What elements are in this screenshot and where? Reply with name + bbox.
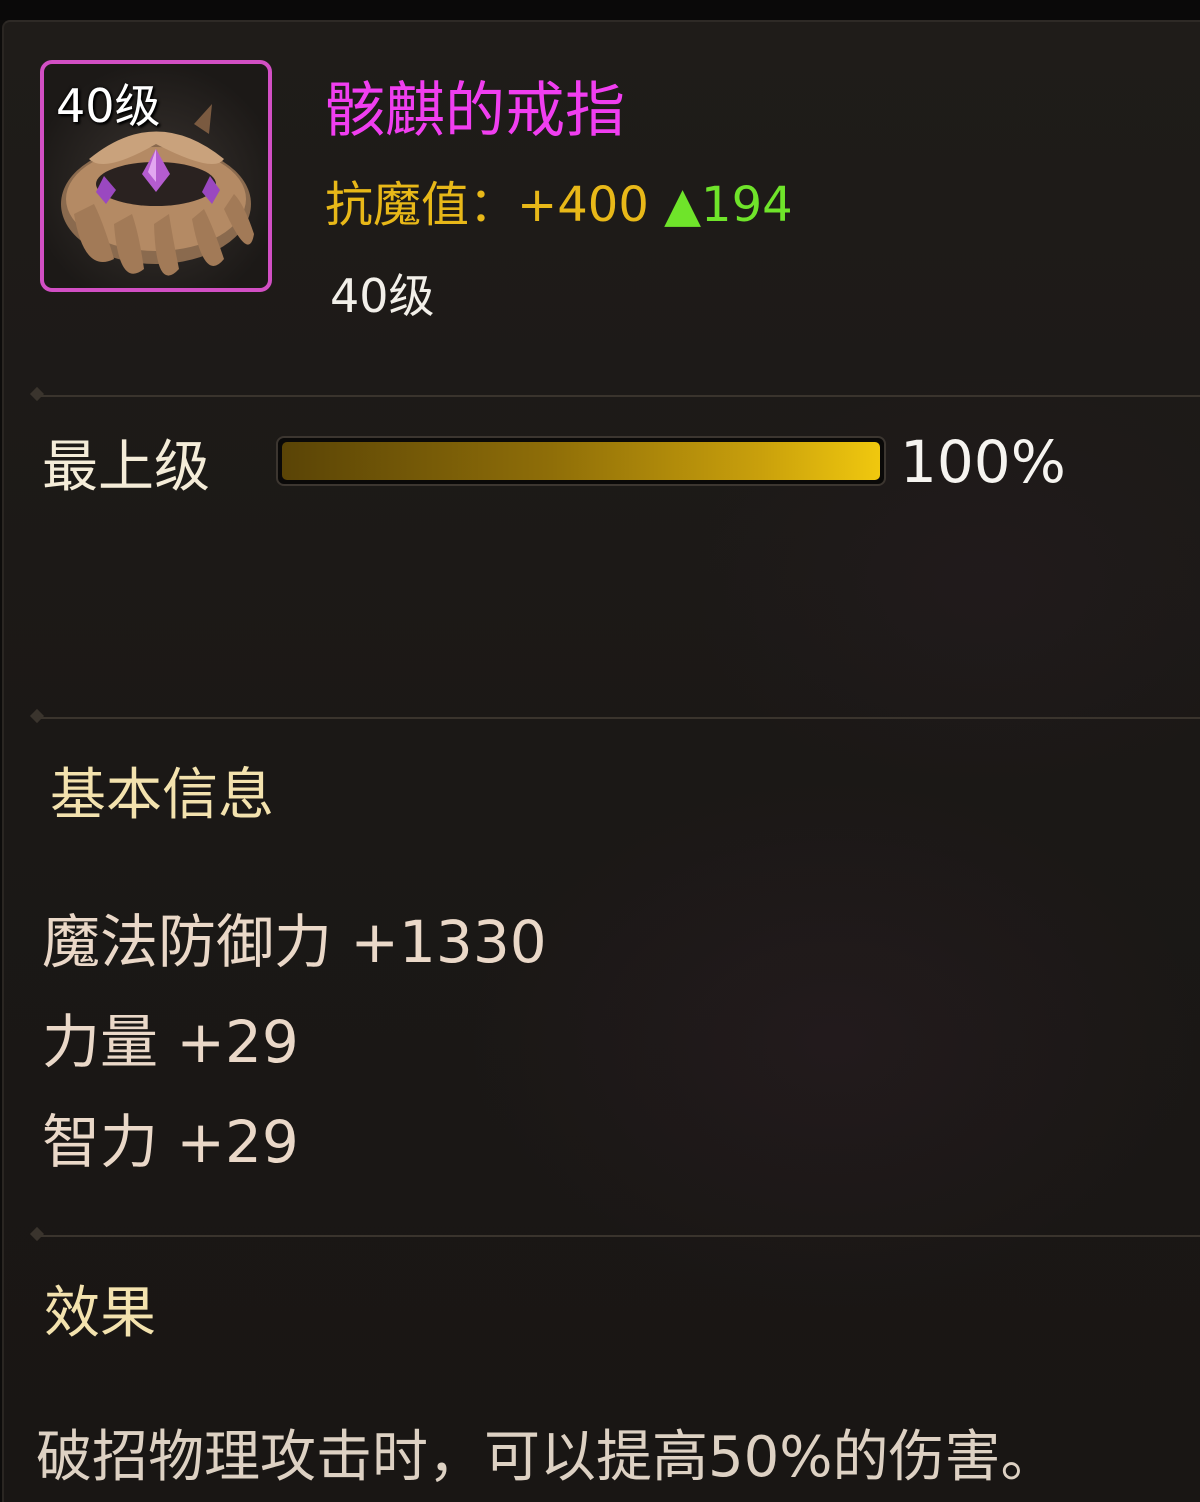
attribute-line: 力量 +29 [42, 1008, 299, 1076]
resist-change: ▲194 [664, 177, 793, 233]
attribute-line: 魔法防御力 +1330 [42, 908, 547, 976]
resist-label: 抗魔值： [325, 177, 518, 233]
item-name: 骸麒的戒指 [325, 76, 625, 146]
icon-level-badge: 40级 [56, 79, 161, 133]
divider [38, 1235, 1200, 1237]
attribute-line: 智力 +29 [42, 1108, 299, 1176]
grade-progress-bar [276, 436, 886, 486]
top-band [0, 0, 1200, 20]
required-level: 40级 [330, 269, 435, 323]
resist-stat-line: 抗魔值：+400 ▲194 [325, 165, 793, 235]
divider [38, 717, 1200, 719]
effect-description: 破招物理攻击时，可以提高50%的伤害。 [36, 1425, 1057, 1490]
grade-percent: 100% [900, 428, 1066, 496]
resist-value: +400 [517, 177, 649, 233]
divider [38, 395, 1200, 397]
grade-progress-fill [282, 442, 880, 480]
item-icon-frame[interactable]: 40级 [40, 60, 272, 292]
basic-info-title: 基本信息 [50, 763, 274, 828]
grade-label: 最上级 [42, 435, 210, 500]
effect-title: 效果 [44, 1281, 156, 1346]
